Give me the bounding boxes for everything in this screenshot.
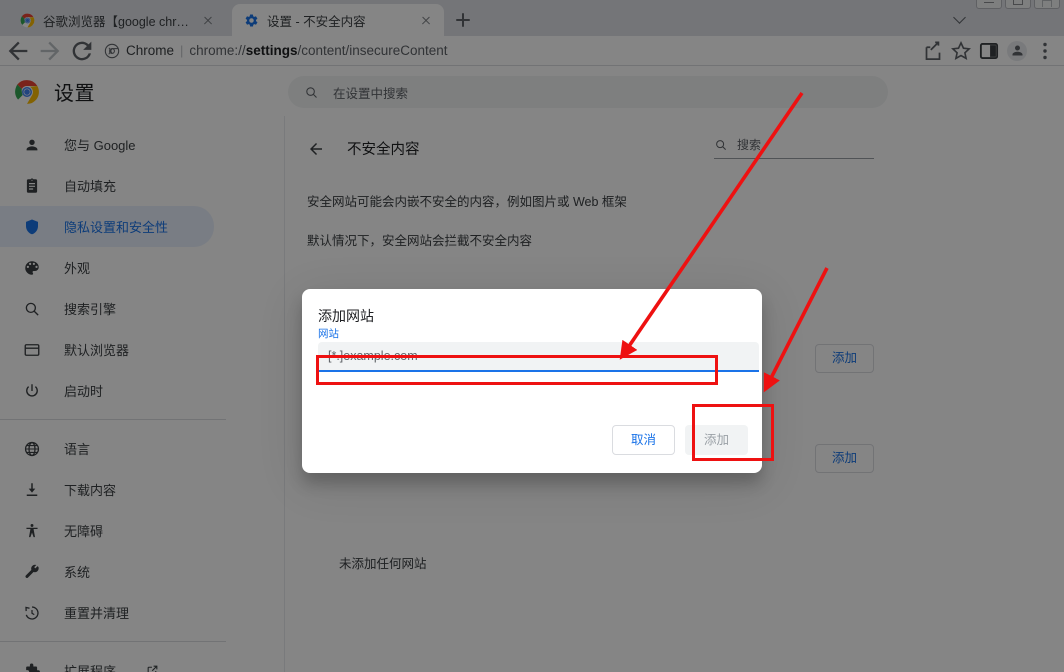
- dialog-title: 添加网站: [318, 308, 374, 324]
- browser-window: 谷歌浏览器【google chrome】 设置 - 不安全内容: [0, 0, 1064, 672]
- cancel-button[interactable]: 取消: [611, 424, 675, 455]
- add-button-highlight: [692, 404, 774, 461]
- site-input-highlight: [316, 355, 718, 385]
- site-field-label: 网站: [318, 328, 339, 340]
